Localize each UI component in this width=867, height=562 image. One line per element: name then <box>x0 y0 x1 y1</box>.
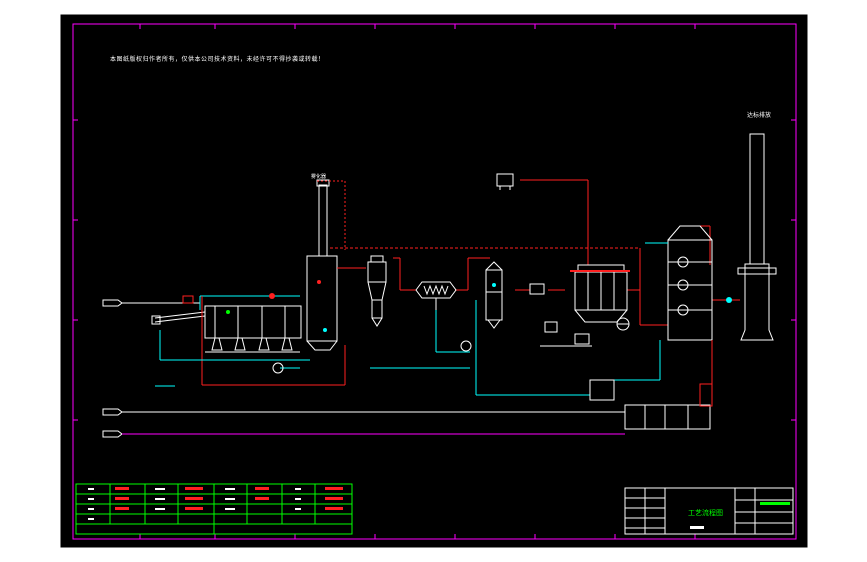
title-block-title: 工艺流程图 <box>688 509 723 517</box>
feed-inlet-2 <box>102 408 625 416</box>
feed-inlet-3 <box>102 430 625 438</box>
filter-header <box>570 270 630 272</box>
heat-exchanger <box>415 281 457 310</box>
cyclone-separator <box>367 255 387 327</box>
stack-label: 达标排放 <box>747 112 772 119</box>
bag-filter <box>529 264 628 347</box>
flue-gas-line <box>201 179 740 386</box>
water-return-lines <box>155 300 661 396</box>
induced-draft-fan <box>616 317 630 331</box>
air-blower <box>496 173 514 190</box>
copyright-note: 本图纸版权归作者所有，仅供本公司技术资料，未经许可不得抄袭或转载！ <box>110 56 325 63</box>
sheet-border <box>59 13 809 549</box>
wastewater-tanks <box>624 404 711 430</box>
process-flow-diagram <box>59 13 809 549</box>
cad-viewer-canvas[interactable]: 本图纸版权归作者所有，仅供本公司技术资料，未经许可不得抄袭或转载！ 达标排放 雾… <box>0 0 867 562</box>
valve-1 <box>269 293 275 299</box>
dosing-unit <box>699 383 713 407</box>
combustion-chamber <box>306 179 338 351</box>
feed-hopper <box>182 295 194 304</box>
title-block-mark <box>760 502 790 505</box>
chimney <box>737 133 777 341</box>
stack-sampling-port <box>726 297 732 303</box>
quench-tower <box>485 261 503 329</box>
tower-label: 雾化器 <box>311 174 327 180</box>
scrubber-towers <box>667 225 713 341</box>
